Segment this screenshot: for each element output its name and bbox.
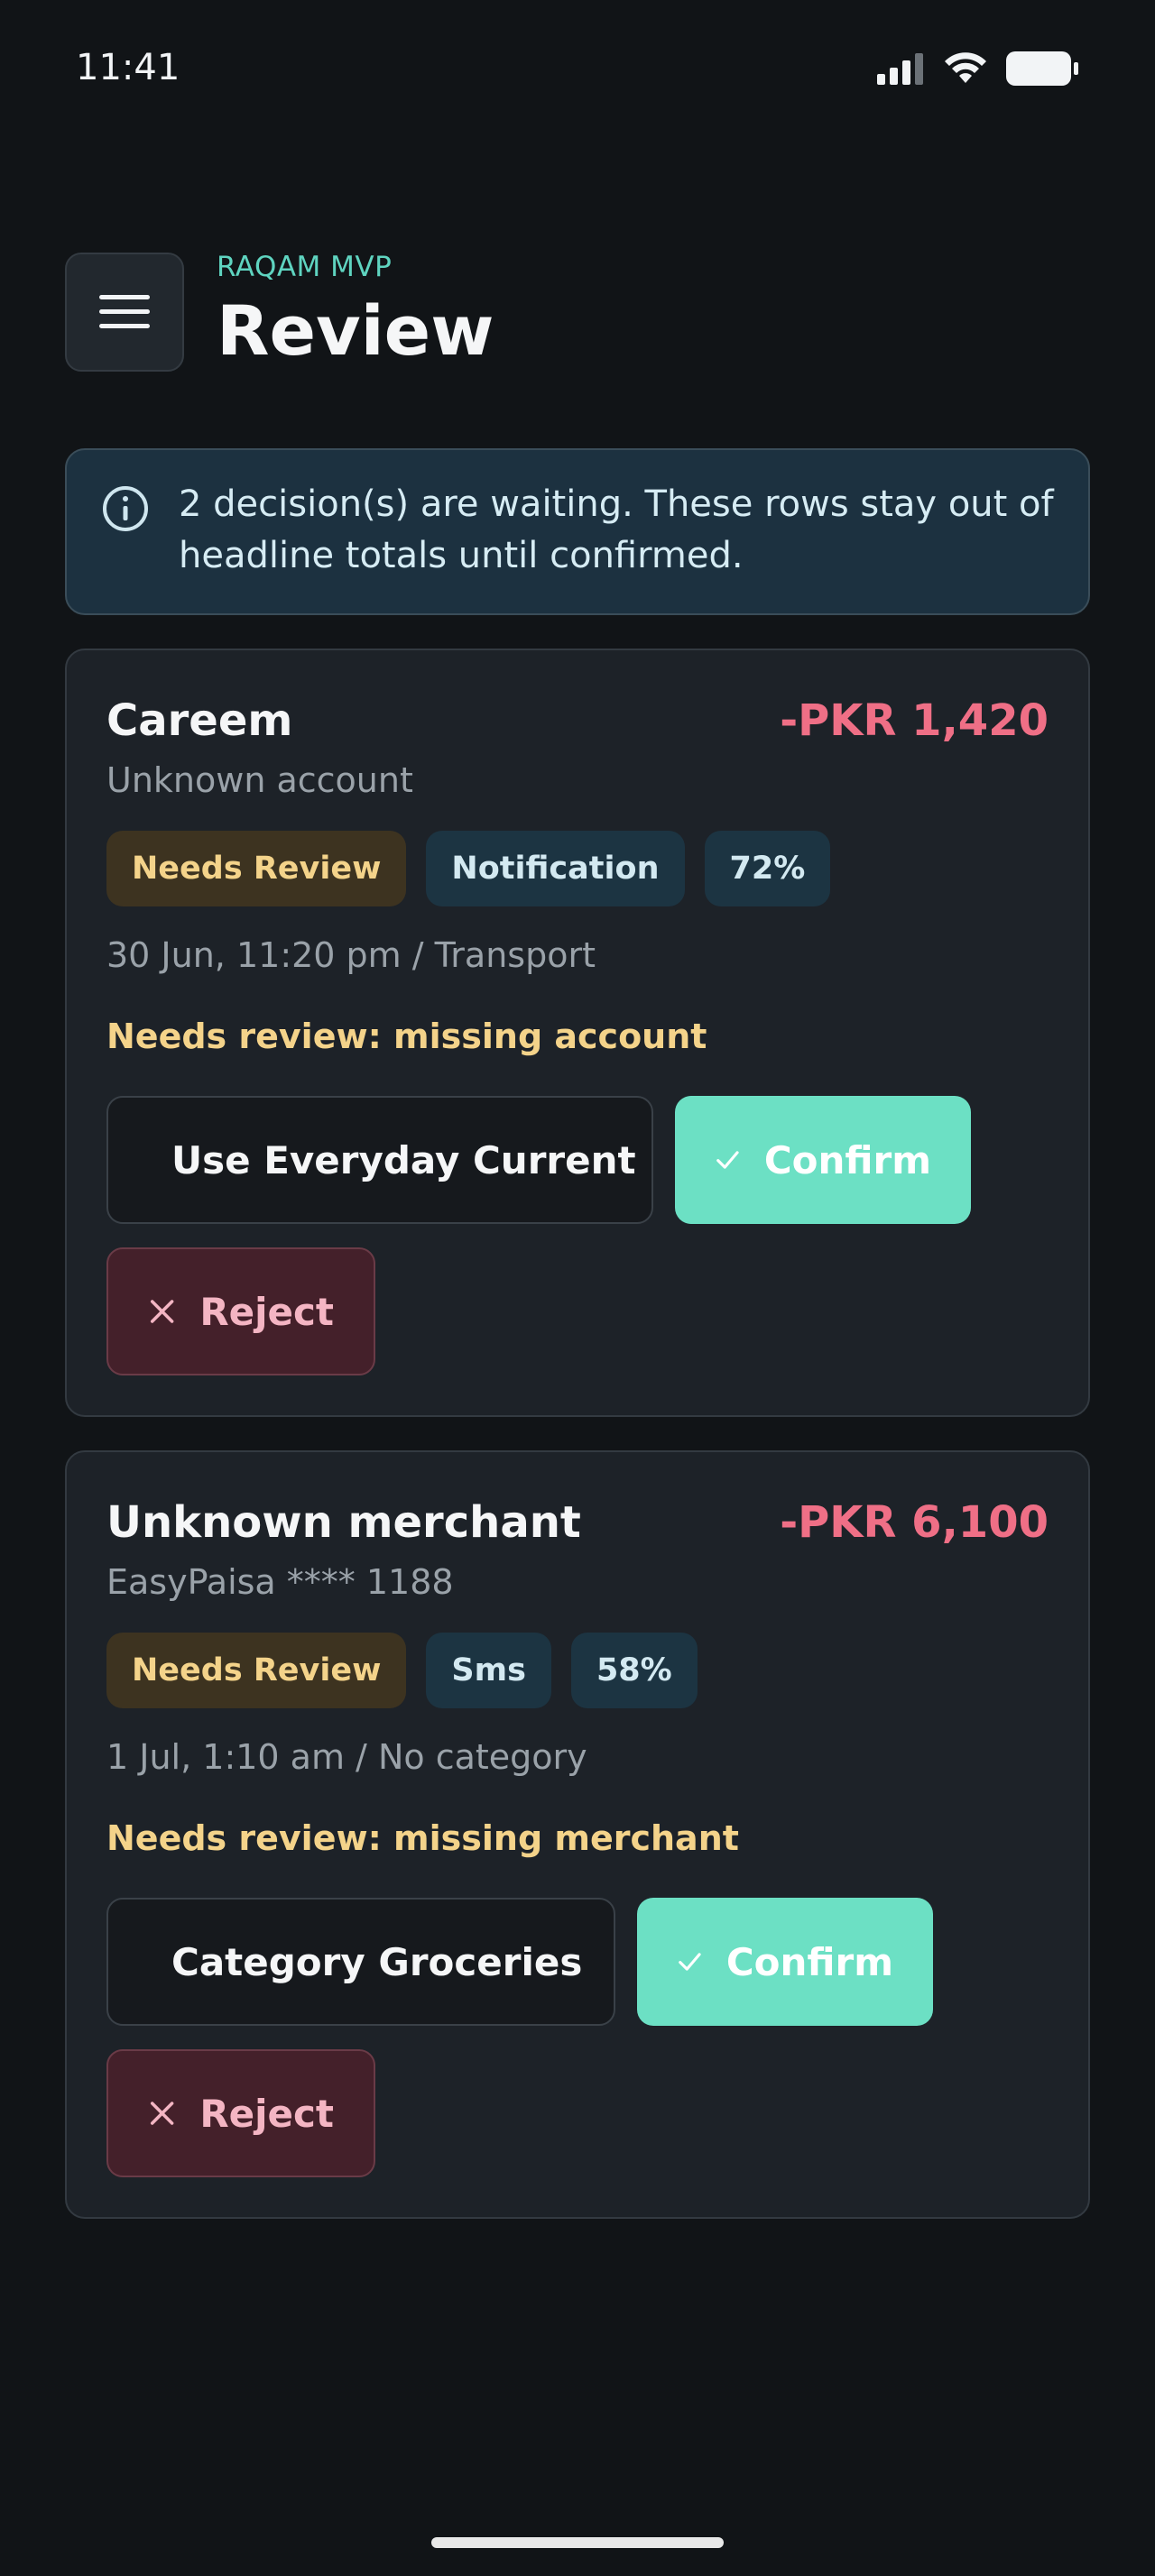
merchant-name: Careem (106, 695, 293, 746)
status-icons (877, 51, 1079, 87)
transaction-amount: -PKR 6,100 (780, 1497, 1049, 1548)
app-name: RAQAM MVP (217, 251, 393, 283)
check-icon (716, 1151, 739, 1169)
info-banner-text: 2 decision(s) are waiting. These rows st… (179, 483, 1054, 576)
reject-button[interactable]: Reject (106, 2049, 375, 2177)
reject-label: Reject (199, 2091, 334, 2136)
confirm-button[interactable]: Confirm (637, 1898, 933, 2026)
reject-label: Reject (199, 1289, 334, 1334)
wifi-icon (945, 52, 986, 83)
confirm-label: Confirm (725, 1939, 893, 1984)
cellular-signal-icon (877, 53, 923, 85)
reject-button[interactable]: Reject (106, 1247, 375, 1375)
use-account-button[interactable]: Use Everyday Current (106, 1096, 653, 1224)
confidence-badge: 72% (704, 831, 831, 906)
info-icon (103, 486, 148, 531)
review-card: Careem -PKR 1,420 Unknown account Needs … (65, 649, 1090, 1417)
transaction-amount: -PKR 1,420 (780, 695, 1049, 746)
confidence-badge: 58% (570, 1633, 698, 1708)
status-bar: 11:41 (0, 0, 1155, 135)
check-icon (679, 1953, 701, 1971)
info-banner: 2 decision(s) are waiting. These rows st… (65, 448, 1090, 615)
page-title: Review (217, 290, 494, 371)
merchant-name: Unknown merchant (106, 1497, 581, 1548)
account-name: EasyPaisa **** 1188 (106, 1562, 454, 1602)
review-reason: Needs review: missing account (106, 1017, 707, 1056)
chip-row: Needs Review Sms 58% (106, 1633, 698, 1708)
home-indicator[interactable] (431, 2537, 724, 2548)
source-badge: Notification (426, 831, 685, 906)
status-badge: Needs Review (106, 1633, 407, 1708)
header: RAQAM MVP Review (65, 251, 1090, 372)
use-account-label: Use Everyday Current (171, 1137, 636, 1182)
set-category-label: Category Groceries (171, 1939, 583, 1984)
status-badge: Needs Review (106, 831, 407, 906)
confirm-button[interactable]: Confirm (675, 1096, 971, 1224)
confirm-label: Confirm (763, 1137, 931, 1182)
close-icon (150, 1300, 174, 1323)
review-reason: Needs review: missing merchant (106, 1818, 739, 1858)
close-icon (150, 2102, 174, 2125)
set-category-button[interactable]: Category Groceries (106, 1898, 615, 2026)
review-card: Unknown merchant -PKR 6,100 EasyPaisa **… (65, 1450, 1090, 2219)
battery-icon (1006, 51, 1078, 86)
source-badge: Sms (426, 1633, 551, 1708)
review-screen: 11:41 RAQAM MVP Review 2 decision(s) are… (0, 0, 1155, 2576)
chip-row: Needs Review Notification 72% (106, 831, 831, 906)
status-time: 11:41 (76, 47, 180, 88)
hamburger-menu-icon (99, 295, 150, 328)
transaction-meta: 30 Jun, 11:20 pm / Transport (106, 935, 596, 975)
menu-button[interactable] (65, 253, 184, 372)
transaction-meta: 1 Jul, 1:10 am / No category (106, 1737, 587, 1777)
account-name: Unknown account (106, 760, 413, 800)
